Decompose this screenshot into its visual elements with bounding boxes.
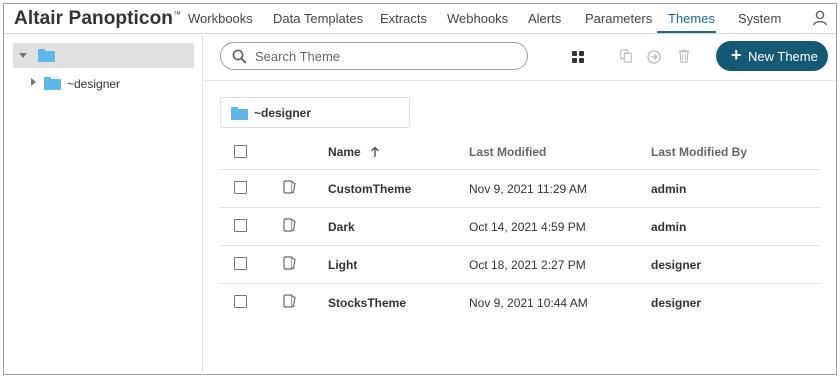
search-icon [232, 49, 247, 64]
sort-ascending-icon[interactable] [370, 146, 380, 158]
move-icon[interactable] [647, 50, 661, 64]
last-modified-by: designer [651, 296, 702, 310]
theme-name[interactable]: CustomTheme [328, 182, 411, 196]
folder-icon [44, 77, 61, 90]
last-modified: Oct 14, 2021 4:59 PM [469, 220, 586, 234]
folder-icon [38, 49, 55, 62]
active-tab-indicator [657, 31, 716, 33]
row-checkbox[interactable] [234, 219, 247, 232]
tree-item-label: ~designer [67, 77, 121, 91]
search-input[interactable] [255, 47, 515, 65]
nav-item-parameters[interactable]: Parameters [585, 11, 652, 26]
theme-icon [283, 180, 296, 194]
new-theme-label: New Theme [748, 49, 818, 64]
theme-name[interactable]: Light [328, 258, 357, 272]
plus-icon: + [731, 45, 742, 65]
nav-item-workbooks[interactable]: Workbooks [188, 11, 253, 26]
nav-item-extracts[interactable]: Extracts [380, 11, 427, 26]
folder-tree: ~designer [4, 35, 203, 375]
chevron-right-icon[interactable] [31, 78, 36, 86]
last-modified: Oct 18, 2021 2:27 PM [469, 258, 586, 272]
grid-view-icon[interactable] [571, 50, 585, 64]
nav-item-alerts[interactable]: Alerts [528, 11, 561, 26]
row-checkbox[interactable] [234, 295, 247, 308]
tree-root-folder[interactable] [13, 43, 194, 68]
theme-icon [283, 218, 296, 232]
last-modified: Nov 9, 2021 11:29 AM [469, 182, 587, 196]
theme-icon [283, 294, 296, 308]
app-window: Altair Panopticon™ Workbooks Data Templa… [3, 3, 837, 375]
nav-item-themes[interactable]: Themes [668, 11, 715, 26]
column-header-last-modified[interactable]: Last Modified [469, 145, 546, 159]
column-header-name[interactable]: Name [328, 145, 361, 159]
new-theme-button[interactable]: + New Theme [716, 41, 828, 71]
copy-icon[interactable] [619, 49, 633, 63]
row-divider [220, 207, 820, 208]
app-logo[interactable]: Altair Panopticon™ [14, 8, 181, 30]
select-all-checkbox[interactable] [234, 145, 247, 158]
column-header-last-modified-by[interactable]: Last Modified By [651, 145, 747, 159]
top-navigation: Altair Panopticon™ Workbooks Data Templa… [4, 4, 836, 34]
search-box[interactable] [220, 42, 528, 70]
last-modified-by: admin [651, 220, 687, 234]
theme-name[interactable]: StocksTheme [328, 296, 406, 310]
toolbar-divider [204, 80, 836, 81]
breadcrumb-label: ~designer [254, 106, 312, 120]
chevron-down-icon[interactable] [19, 53, 27, 58]
brand-name: Altair Panopticon [14, 8, 173, 29]
row-checkbox[interactable] [234, 181, 247, 194]
row-divider [220, 283, 820, 284]
folder-icon [231, 107, 248, 120]
breadcrumb[interactable]: ~designer [220, 97, 410, 128]
nav-item-webhooks[interactable]: Webhooks [447, 11, 508, 26]
theme-icon [283, 256, 296, 270]
row-divider [220, 245, 820, 246]
last-modified: Nov 9, 2021 10:44 AM [469, 296, 588, 310]
trademark: ™ [173, 10, 182, 19]
last-modified-by: designer [651, 258, 702, 272]
nav-item-system[interactable]: System [738, 11, 781, 26]
last-modified-by: admin [651, 182, 687, 196]
delete-icon[interactable] [677, 49, 691, 63]
nav-item-data-templates[interactable]: Data Templates [273, 11, 363, 26]
theme-name[interactable]: Dark [328, 220, 355, 234]
header-divider [220, 169, 820, 170]
user-icon[interactable] [813, 10, 827, 26]
row-checkbox[interactable] [234, 257, 247, 270]
